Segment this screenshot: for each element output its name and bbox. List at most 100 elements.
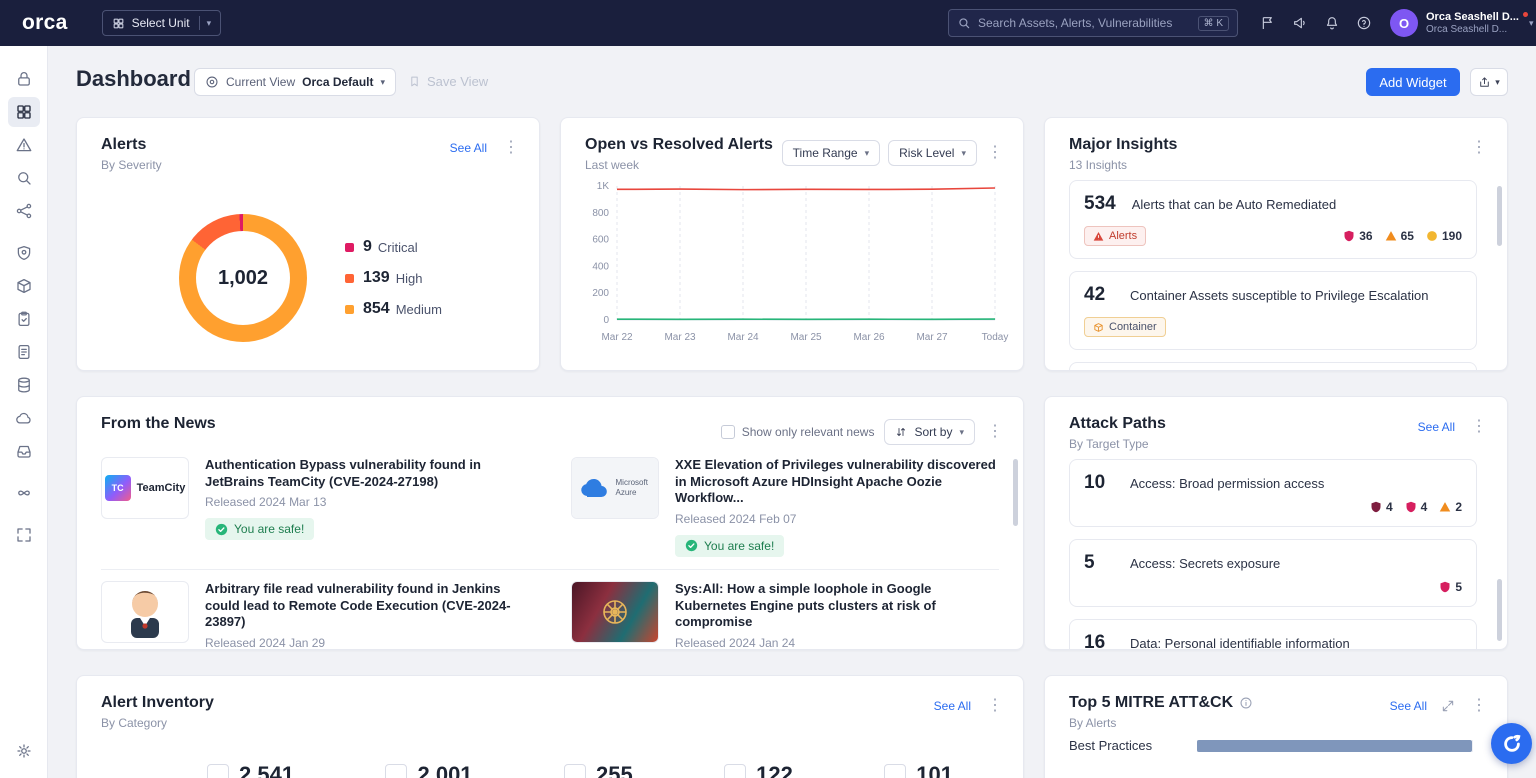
sidebar-item-compliance[interactable] <box>8 304 40 334</box>
info-icon[interactable] <box>1239 696 1253 710</box>
scrollbar-thumb[interactable] <box>1497 186 1502 246</box>
sidebar-item-discovery[interactable] <box>8 163 40 193</box>
cloud-icon <box>15 409 33 427</box>
dashboard-grid-icon <box>15 103 33 121</box>
search-placeholder: Search Assets, Alerts, Vulnerabilities <box>978 16 1191 30</box>
user-avatar[interactable]: O <box>1390 9 1418 37</box>
select-unit-button[interactable]: Select Unit ▾ <box>102 10 222 36</box>
notifications-button[interactable] <box>1316 8 1348 38</box>
scrollbar-thumb[interactable] <box>1013 459 1018 526</box>
policy-document-icon <box>15 343 33 361</box>
warning-triangle-icon <box>1385 230 1397 242</box>
chevron-down-icon: ▾ <box>1495 78 1500 87</box>
legend-swatch <box>345 274 354 283</box>
attack-path-item[interactable]: 10 Access: Broad permission access 4 4 <box>1069 459 1477 527</box>
sidebar-item-alerts[interactable] <box>8 130 40 160</box>
sidebar-item-integrations[interactable] <box>8 520 40 550</box>
save-view-button[interactable]: Save View <box>408 74 488 89</box>
search-shortcut-hint: ⌘ K <box>1198 16 1229 31</box>
sidebar-item-inbox[interactable] <box>8 436 40 466</box>
see-all-link[interactable]: See All <box>1418 420 1455 434</box>
database-icon <box>15 376 33 394</box>
svg-text:Mar 22: Mar 22 <box>601 332 633 343</box>
user-name: Orca Seashell D... <box>1426 11 1519 24</box>
sidebar-item-assets[interactable] <box>8 271 40 301</box>
expand-icon[interactable] <box>1441 699 1455 713</box>
news-item[interactable]: Microsoft Azure XXE Elevation of Privile… <box>571 457 1001 557</box>
sort-by-dropdown[interactable]: Sort by ▾ <box>884 419 975 445</box>
kebab-menu-icon[interactable]: ⋮ <box>501 140 521 156</box>
insight-item[interactable]: 534 Alerts that can be Auto Remediated A… <box>1069 180 1477 259</box>
see-all-link[interactable]: See All <box>1390 699 1427 713</box>
sidebar-item-settings[interactable] <box>8 736 40 766</box>
inventory-stat: 2,541 <box>207 762 294 778</box>
sidebar-item-shift-left[interactable] <box>8 478 40 508</box>
kebab-menu-icon[interactable]: ⋮ <box>1469 140 1489 156</box>
notification-dot <box>1523 12 1528 17</box>
see-all-link[interactable]: See All <box>450 141 487 155</box>
kebab-menu-icon[interactable]: ⋮ <box>985 424 1005 440</box>
shield-gear-icon <box>15 244 33 262</box>
kebab-menu-icon[interactable]: ⋮ <box>985 698 1005 714</box>
legend-item-critical: 9 Critical <box>345 238 442 256</box>
user-menu[interactable]: Orca Seashell D... Orca Seashell D... <box>1426 11 1519 35</box>
teamcity-logo-text: TeamCity <box>137 482 186 494</box>
see-all-link[interactable]: See All <box>934 699 971 713</box>
kebab-menu-icon[interactable]: ⋮ <box>1469 419 1489 435</box>
current-view-dropdown[interactable]: Current View Orca Default ▾ <box>194 68 396 96</box>
sidebar-item-policies[interactable] <box>8 337 40 367</box>
sort-icon <box>895 426 907 438</box>
sidebar-item-dashboard[interactable] <box>8 97 40 127</box>
news-item[interactable]: Sys:All: How a simple loophole in Google… <box>571 581 1001 650</box>
legend-item-high: 139 High <box>345 269 442 287</box>
news-date: Released 2024 Jan 29 <box>205 636 531 650</box>
major-insights-widget: Major Insights 13 Insights ⋮ 534 Alerts … <box>1044 117 1508 371</box>
alert-inventory-widget: Alert Inventory By Category See All ⋮ 2,… <box>76 675 1024 778</box>
flag-icon <box>1260 15 1276 31</box>
alerts-triangle-icon <box>15 136 33 154</box>
svg-text:600: 600 <box>592 235 609 246</box>
add-widget-button[interactable]: Add Widget <box>1366 68 1460 96</box>
attack-path-count: 5 <box>1084 552 1114 574</box>
news-item[interactable]: TC TeamCity Authentication Bypass vulner… <box>101 457 531 541</box>
sidebar-item-data-security[interactable] <box>8 370 40 400</box>
attack-path-item[interactable]: 5 Access: Secrets exposure 5 <box>1069 539 1477 607</box>
azure-cloud-icon <box>577 476 611 500</box>
risk-level-dropdown[interactable]: Risk Level ▾ <box>888 140 977 166</box>
sidebar-item-home[interactable] <box>8 64 40 94</box>
news-item[interactable]: Arbitrary file read vulnerability found … <box>101 581 531 650</box>
sidebar-item-attack-paths[interactable] <box>8 196 40 226</box>
page-title: Dashboard <box>76 66 191 92</box>
announcements-button[interactable] <box>1284 8 1316 38</box>
kebab-menu-icon[interactable]: ⋮ <box>1469 698 1489 714</box>
time-range-dropdown[interactable]: Time Range ▾ <box>782 140 880 166</box>
sidebar-item-cloud-security[interactable] <box>8 238 40 268</box>
alerts-badge: Alerts <box>1084 226 1146 246</box>
relevant-news-checkbox[interactable] <box>721 425 735 439</box>
category-icon <box>884 764 906 778</box>
attack-path-nodes-icon <box>15 202 33 220</box>
chat-launcher-button[interactable] <box>1491 723 1532 764</box>
insight-item[interactable]: 42 Container Assets susceptible to Privi… <box>1069 271 1477 350</box>
topbar-icon-group: O Orca Seashell D... Orca Seashell D... … <box>1252 8 1533 38</box>
sidebar-item-cloud-accounts[interactable] <box>8 403 40 433</box>
severity-stat: 5 <box>1439 580 1462 594</box>
export-share-button[interactable]: ▾ <box>1470 68 1508 96</box>
news-thumbnail-sysall <box>571 581 659 643</box>
kebab-menu-icon[interactable]: ⋮ <box>985 145 1005 161</box>
inventory-stat: 255 <box>564 762 633 778</box>
flag-button[interactable] <box>1252 8 1284 38</box>
help-button[interactable] <box>1348 8 1380 38</box>
attack-path-item[interactable]: 16 Data: Personal identifiable informati… <box>1069 619 1477 650</box>
chevron-down-icon[interactable]: ▾ <box>1529 18 1534 29</box>
relevant-news-label: Show only relevant news <box>742 425 875 439</box>
global-search-input[interactable]: Search Assets, Alerts, Vulnerabilities ⌘… <box>948 9 1238 37</box>
svg-text:Mar 24: Mar 24 <box>727 332 759 343</box>
shield-icon <box>1343 230 1355 242</box>
settings-gear-icon <box>15 742 33 760</box>
scrollbar-thumb[interactable] <box>1497 579 1502 641</box>
category-icon <box>385 764 407 778</box>
chevron-down-icon: ▾ <box>381 78 386 87</box>
search-icon <box>15 169 33 187</box>
insight-item[interactable] <box>1069 362 1477 371</box>
